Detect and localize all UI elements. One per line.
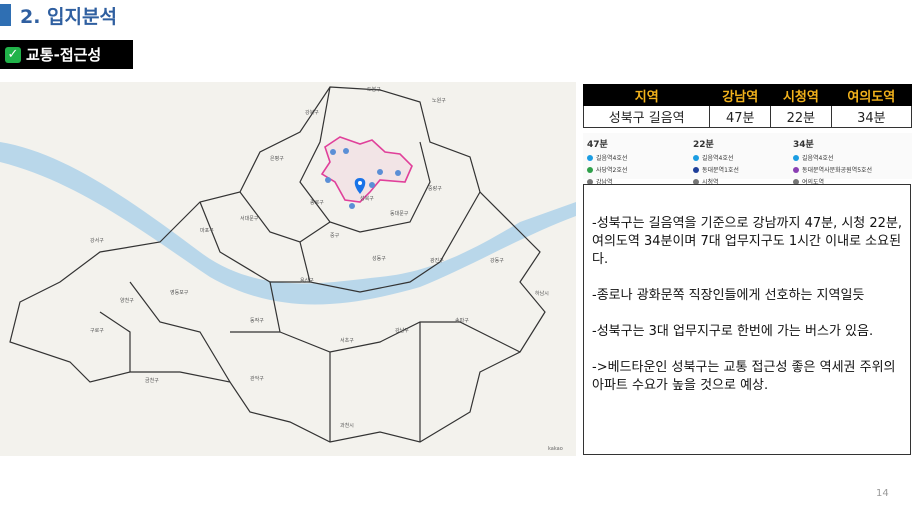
description-paragraph: ->베드타운인 성북구는 교통 접근성 좋은 역세권 주위의 아파트 수요가 높… <box>592 360 896 393</box>
table-header-row: 지역 강남역 시청역 여의도역 <box>582 84 912 106</box>
route-option[interactable]: 34분 길음역4호선 동대문역사문화공원역5호선 여의도역 <box>793 137 908 186</box>
description-paragraph: -성북구는 3대 업무지구로 한번에 가는 버스가 있음. <box>592 324 874 339</box>
commute-time-table: 지역 강남역 시청역 여의도역 성북구 길음역 47분 22분 34분 <box>582 84 912 128</box>
svg-text:노원구: 노원구 <box>432 97 446 104</box>
svg-text:성북구: 성북구 <box>360 195 374 202</box>
description-paragraph: -성북구는 길음역을 기준으로 강남까지 47분, 시청 22분, 여의도역 3… <box>592 216 903 267</box>
table-cell: 47분 <box>709 105 772 128</box>
route-option[interactable]: 22분 길음역4호선 동대문역1호선 시청역 <box>693 137 793 186</box>
map-graphic: 도봉구강북구 노원구 은평구성북구종로구 중랑구동대문구서대문구 마포구중구성동구… <box>0 82 576 456</box>
table-header: 여의도역 <box>830 84 912 106</box>
route-time: 34분 <box>793 140 814 150</box>
svg-text:구로구: 구로구 <box>90 328 104 334</box>
section-subtitle: ✓ 교통-접근성 <box>0 40 133 69</box>
svg-text:서대문구: 서대문구 <box>240 215 259 222</box>
description-paragraph: -종로나 광화문쪽 직장인들에게 선호하는 지역일듯 <box>592 288 865 303</box>
svg-text:마포구: 마포구 <box>200 227 214 234</box>
svg-text:서초구: 서초구 <box>340 337 354 344</box>
svg-text:성동구: 성동구 <box>372 255 386 262</box>
svg-text:관악구: 관악구 <box>250 375 264 382</box>
route-stop: 길음역4호선 <box>702 155 734 162</box>
table-cell: 34분 <box>830 105 912 128</box>
svg-text:종로구: 종로구 <box>310 200 324 206</box>
svg-text:도봉구: 도봉구 <box>367 87 381 93</box>
subway-line-icon <box>693 154 699 161</box>
title-accent-bar <box>0 4 11 26</box>
table-cell: 성북구 길음역 <box>582 105 711 128</box>
table-header: 강남역 <box>709 84 772 106</box>
svg-text:양천구: 양천구 <box>120 297 134 304</box>
svg-text:하남시: 하남시 <box>535 290 549 297</box>
map-attribution: kakao <box>548 446 563 452</box>
page-number: 14 <box>876 488 889 499</box>
checkmark-icon: ✓ <box>5 46 21 63</box>
subway-line-icon <box>793 166 799 173</box>
svg-text:금천구: 금천구 <box>145 377 159 384</box>
svg-text:송파구: 송파구 <box>455 317 469 324</box>
svg-text:광진구: 광진구 <box>430 257 444 264</box>
page-title: 2. 입지분석 <box>20 6 117 28</box>
subway-line-icon <box>693 166 699 173</box>
svg-text:중구: 중구 <box>330 233 340 239</box>
route-option[interactable]: 47분 길음역4호선 사당역2호선 강남역 <box>587 137 687 186</box>
subtitle-label: 교통-접근성 <box>26 46 102 64</box>
svg-text:용산구: 용산구 <box>300 277 314 284</box>
svg-text:강서구: 강서구 <box>90 237 104 244</box>
svg-text:동작구: 동작구 <box>250 317 264 324</box>
route-stop: 동대문역사문화공원역5호선 <box>802 167 873 174</box>
svg-text:중랑구: 중랑구 <box>428 185 442 192</box>
route-time: 47분 <box>587 140 608 150</box>
route-stop: 길음역4호선 <box>596 155 628 162</box>
subway-line-icon <box>793 154 799 161</box>
subway-line-icon <box>587 166 593 173</box>
svg-text:강북구: 강북구 <box>305 109 319 116</box>
route-summary-strip: 47분 길음역4호선 사당역2호선 강남역 22분 길음역4호선 동대문역1호선… <box>583 133 912 186</box>
svg-text:강동구: 강동구 <box>490 257 504 264</box>
table-header: 지역 <box>582 84 711 106</box>
route-time: 22분 <box>693 140 714 150</box>
svg-text:은평구: 은평구 <box>270 155 284 162</box>
route-stop: 길음역4호선 <box>802 155 834 162</box>
subway-line-icon <box>587 154 593 161</box>
route-stop: 사당역2호선 <box>596 167 628 174</box>
route-stop: 동대문역1호선 <box>702 167 739 174</box>
svg-text:동대문구: 동대문구 <box>390 210 409 217</box>
table-row: 성북구 길음역 47분 22분 34분 <box>582 105 912 128</box>
svg-text:과천시: 과천시 <box>340 422 354 429</box>
analysis-text-box: -성북구는 길음역을 기준으로 강남까지 47분, 시청 22분, 여의도역 3… <box>583 184 911 455</box>
svg-text:영등포구: 영등포구 <box>170 289 189 296</box>
table-header: 시청역 <box>770 84 832 106</box>
svg-text:강남구: 강남구 <box>395 327 409 334</box>
table-cell: 22분 <box>770 105 832 128</box>
seoul-map[interactable]: 도봉구강북구 노원구 은평구성북구종로구 중랑구동대문구서대문구 마포구중구성동구… <box>0 82 576 456</box>
